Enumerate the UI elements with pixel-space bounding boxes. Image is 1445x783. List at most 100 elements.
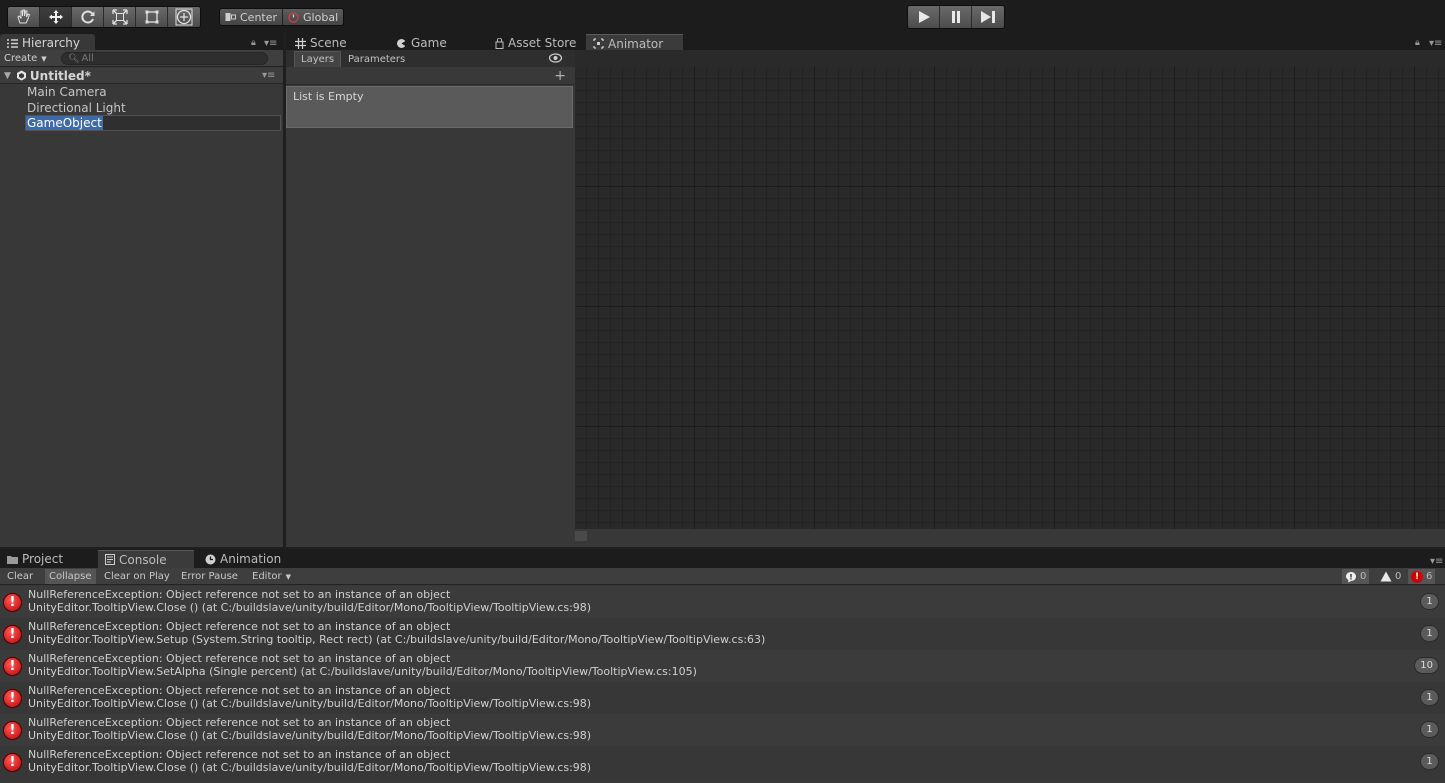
move-icon — [48, 10, 63, 24]
animator-graph-canvas[interactable] — [575, 67, 1445, 529]
console-toolbar: Clear Collapse Clear on Play Error Pause… — [0, 568, 1445, 585]
info-icon — [1346, 571, 1356, 582]
chevron-down-icon: ▼ — [285, 572, 291, 581]
panel-menu-icon[interactable]: ▾≡ — [1429, 38, 1442, 49]
search-placeholder: All — [81, 53, 94, 64]
tab-layers[interactable]: Layers — [294, 51, 342, 67]
clear-on-play-toggle[interactable]: Clear on Play — [100, 569, 174, 584]
tab-animation-label: Animation — [220, 552, 282, 566]
scene-menu-icon[interactable]: ▾≡ — [262, 70, 275, 81]
log-count-badge: 1 — [1420, 753, 1439, 770]
console-log-entry[interactable]: ! NullReferenceException: Object referen… — [0, 682, 1445, 714]
hierarchy-toolbar: Create ▼ 🔍︎ All — [0, 50, 283, 67]
warning-count-toggle[interactable]: 0 — [1377, 569, 1404, 584]
tab-hierarchy-label: Hierarchy — [22, 36, 81, 50]
folder-icon — [7, 555, 18, 564]
log-count-badge: 1 — [1420, 593, 1439, 610]
hierarchy-item-label: Main Camera — [27, 85, 107, 99]
create-dropdown[interactable]: Create ▼ — [4, 51, 47, 66]
log-message: NullReferenceException: Object reference… — [28, 716, 451, 729]
info-count: 0 — [1360, 571, 1367, 582]
log-stacktrace: UnityEditor.TooltipView.Close () (at C:/… — [28, 601, 592, 614]
error-count-toggle[interactable]: ! 6 — [1408, 569, 1436, 584]
console-log-entry[interactable]: ! NullReferenceException: Object referen… — [0, 586, 1445, 618]
tab-project-label: Project — [22, 552, 64, 566]
log-count-badge: 1 — [1420, 625, 1439, 642]
lock-icon[interactable]: 🔒︎ — [1415, 38, 1420, 48]
error-icon: ! — [3, 753, 22, 772]
console-log-entry[interactable]: ! NullReferenceException: Object referen… — [0, 618, 1445, 650]
pivot-rotation-toggle[interactable]: Global — [283, 9, 344, 25]
tab-console-label: Console — [119, 552, 167, 567]
log-stacktrace: UnityEditor.TooltipView.Close () (at C:/… — [28, 729, 592, 742]
animation-clock-icon — [205, 554, 216, 564]
tab-animation[interactable]: Animation — [198, 550, 288, 568]
hierarchy-item-main-camera[interactable]: Main Camera — [27, 84, 107, 100]
tab-console[interactable]: Console — [98, 550, 194, 568]
hierarchy-item-directional-light[interactable]: Directional Light — [27, 100, 126, 116]
hierarchy-item-gameobject[interactable]: GameObject — [25, 115, 281, 131]
step-icon — [981, 11, 995, 23]
lock-icon[interactable]: 🔒︎ — [251, 38, 256, 48]
transform-tool-button[interactable] — [168, 7, 200, 27]
pivot-center-toggle[interactable]: Center — [220, 9, 284, 25]
collapse-toggle[interactable]: Collapse — [45, 569, 96, 584]
console-log-entry[interactable]: ! NullReferenceException: Object referen… — [0, 714, 1445, 746]
graph-scroll-handle[interactable] — [575, 531, 587, 541]
tab-project[interactable]: Project — [0, 550, 70, 568]
unity-scene-icon — [16, 70, 26, 81]
pause-button[interactable] — [940, 6, 972, 28]
empty-text: List is Empty — [293, 90, 364, 103]
rotate-tool-button[interactable] — [72, 7, 104, 27]
console-panel: Clear Collapse Clear on Play Error Pause… — [0, 568, 1445, 783]
hierarchy-search-input[interactable]: 🔍︎ All — [61, 52, 268, 65]
playback-controls — [907, 5, 1005, 29]
add-layer-button[interactable]: + — [554, 68, 566, 84]
panel-menu-icon[interactable]: ▾≡ — [264, 38, 277, 49]
global-icon — [288, 11, 299, 23]
hierarchy-item-label: Directional Light — [27, 101, 126, 115]
scale-tool-button[interactable] — [104, 7, 136, 27]
pivot-controls: Center Global — [219, 8, 345, 26]
error-pause-label: Error Pause — [181, 571, 238, 582]
info-count-toggle[interactable]: 0 — [1342, 569, 1370, 584]
error-icon: ! — [3, 721, 22, 740]
warning-count: 0 — [1395, 571, 1402, 582]
scene-row[interactable]: ▼ Untitled* ▾≡ — [0, 68, 283, 84]
console-log-entry[interactable]: ! NullReferenceException: Object referen… — [0, 746, 1445, 778]
tab-parameters-label: Parameters — [348, 53, 406, 65]
animator-subtabs: Layers Parameters — [286, 50, 575, 67]
play-icon — [918, 11, 930, 23]
console-log-entry[interactable]: ! NullReferenceException: Object referen… — [0, 650, 1445, 682]
hand-icon — [16, 9, 30, 24]
clear-button[interactable]: Clear — [3, 569, 37, 584]
move-tool-button[interactable] — [40, 7, 72, 27]
error-pause-toggle[interactable]: Error Pause — [177, 569, 242, 584]
error-icon: ! — [3, 625, 22, 644]
log-message: NullReferenceException: Object reference… — [28, 620, 451, 633]
expand-arrow-icon[interactable]: ▼ — [4, 71, 11, 81]
tab-layers-label: Layers — [301, 54, 335, 65]
log-stacktrace: UnityEditor.TooltipView.SetAlpha (Single… — [28, 665, 697, 678]
hierarchy-item-label: GameObject — [26, 116, 103, 130]
bottom-tabbar: Project Console Animation ▾≡ — [0, 549, 1445, 568]
create-label: Create — [4, 53, 38, 64]
asset-store-icon — [495, 37, 504, 49]
collapse-label: Collapse — [49, 571, 92, 582]
console-icon — [105, 554, 115, 565]
list-icon — [7, 38, 18, 48]
play-button[interactable] — [908, 6, 940, 28]
pivot-center-label: Center — [240, 10, 278, 24]
step-button[interactable] — [972, 6, 1004, 28]
panel-menu-icon[interactable]: ▾≡ — [1430, 556, 1443, 567]
tab-animator-label: Animator — [608, 36, 664, 51]
log-message: NullReferenceException: Object reference… — [28, 748, 451, 761]
eye-icon[interactable] — [549, 53, 562, 63]
log-stacktrace: UnityEditor.TooltipView.Close () (at C:/… — [28, 761, 592, 774]
tab-parameters[interactable]: Parameters — [342, 51, 411, 67]
animator-icon — [593, 38, 604, 49]
editor-dropdown[interactable]: Editor ▼ — [248, 569, 295, 584]
pivot-rotation-label: Global — [303, 10, 339, 24]
rect-tool-button[interactable] — [136, 7, 168, 27]
hand-tool-button[interactable] — [8, 7, 40, 27]
